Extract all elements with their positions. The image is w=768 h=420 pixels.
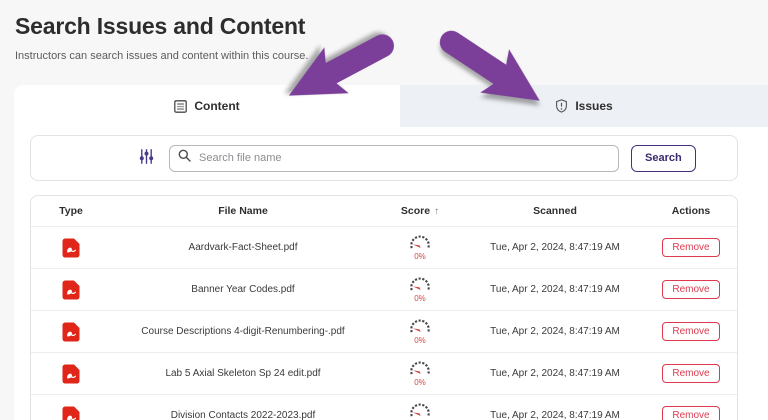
score-value: 0% [414, 251, 426, 261]
screen: Search Issues and Content Instructors ca… [0, 0, 768, 420]
tab-issues-label: Issues [575, 99, 613, 113]
tab-content-label: Content [194, 99, 240, 113]
filter-button[interactable] [136, 146, 157, 170]
file-name: Course Descriptions 4-digit-Renumbering-… [141, 326, 345, 337]
score-cell: 0% [375, 235, 465, 261]
col-header-scanned: Scanned [533, 205, 577, 217]
pdf-file-icon [31, 364, 111, 384]
content-icon [174, 99, 188, 113]
table-row: Banner Year Codes.pdf 0% Tue, Apr 2, 202… [31, 268, 737, 310]
table-row: Lab 5 Axial Skeleton Sp 24 edit.pdf 0% T… [31, 352, 737, 394]
search-icon [178, 149, 191, 167]
pdf-file-icon [31, 406, 111, 420]
col-header-file-name: File Name [218, 205, 268, 217]
sort-ascending-icon: ↑ [434, 205, 440, 217]
scanned-date: Tue, Apr 2, 2024, 8:47:19 AM [490, 242, 620, 253]
tab-issues[interactable]: Issues [400, 85, 768, 127]
score-cell: 0% [375, 361, 465, 387]
filter-sliders-icon [138, 148, 155, 168]
table-row: Division Contacts 2022-2023.pdf 0% Tue, … [31, 394, 737, 420]
score-cell: 0% [375, 277, 465, 303]
gauge-icon [408, 319, 432, 337]
remove-button[interactable]: Remove [662, 238, 720, 257]
score-value: 0% [414, 377, 426, 387]
file-name: Lab 5 Axial Skeleton Sp 24 edit.pdf [165, 368, 321, 379]
search-field [169, 144, 619, 172]
page-title: Search Issues and Content [15, 13, 306, 39]
search-toolbar: Search [30, 135, 738, 181]
score-value: 0% [414, 293, 426, 303]
scanned-date: Tue, Apr 2, 2024, 8:47:19 AM [490, 326, 620, 337]
table-row: Course Descriptions 4-digit-Renumbering-… [31, 310, 737, 352]
remove-button[interactable]: Remove [662, 364, 720, 383]
table-header-row: Type File Name Score ↑ Scanned Actions [31, 196, 737, 226]
score-cell: 0% [375, 319, 465, 345]
score-value: 0% [414, 335, 426, 345]
scanned-date: Tue, Apr 2, 2024, 8:47:19 AM [490, 410, 620, 420]
tab-content[interactable]: Content [14, 85, 400, 127]
table-row: Aardvark-Fact-Sheet.pdf 0% Tue, Apr 2, 2… [31, 226, 737, 268]
content-panel: Content Issues Search file name Search T… [14, 85, 768, 420]
file-name: Aardvark-Fact-Sheet.pdf [188, 242, 298, 253]
search-button[interactable]: Search [631, 144, 696, 172]
gauge-icon [408, 361, 432, 379]
file-name: Banner Year Codes.pdf [191, 284, 295, 295]
gauge-icon [408, 277, 432, 295]
tab-bar: Content Issues [14, 85, 768, 127]
file-name: Division Contacts 2022-2023.pdf [170, 410, 316, 420]
remove-button[interactable]: Remove [662, 322, 720, 341]
page-subtitle: Instructors can search issues and conten… [15, 50, 309, 62]
pdf-file-icon [31, 322, 111, 342]
score-cell: 0% [375, 403, 465, 420]
search-input[interactable] [197, 151, 610, 165]
pdf-file-icon [31, 280, 111, 300]
remove-button[interactable]: Remove [662, 280, 720, 299]
scanned-date: Tue, Apr 2, 2024, 8:47:19 AM [490, 284, 620, 295]
gauge-icon [408, 235, 432, 253]
issues-shield-icon [555, 99, 568, 113]
col-header-type: Type [59, 205, 83, 217]
col-header-score[interactable]: Score ↑ [375, 205, 465, 217]
remove-button[interactable]: Remove [662, 406, 720, 420]
files-table: Type File Name Score ↑ Scanned Actions A… [30, 195, 738, 420]
col-header-actions: Actions [671, 205, 711, 217]
page-header: Search Issues and Content Instructors ca… [0, 0, 768, 62]
gauge-icon [408, 403, 432, 420]
pdf-file-icon [31, 238, 111, 258]
scanned-date: Tue, Apr 2, 2024, 8:47:19 AM [490, 368, 620, 379]
